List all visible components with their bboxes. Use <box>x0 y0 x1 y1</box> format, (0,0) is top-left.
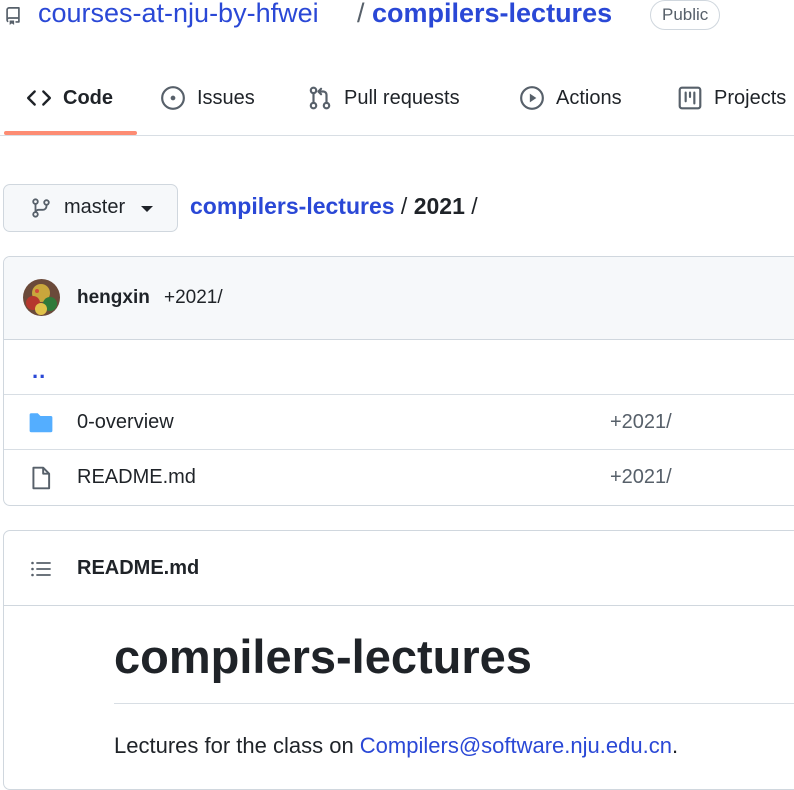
tab-code[interactable]: Code <box>26 60 113 136</box>
branch-selector-button[interactable]: master <box>3 184 178 232</box>
commit-author-link[interactable]: hengxin <box>77 287 150 309</box>
repo-name-link[interactable]: compilers-lectures <box>372 0 612 29</box>
readme-panel: README.md compilers-lectures Lectures fo… <box>3 530 794 790</box>
tab-issues-label: Issues <box>197 86 255 109</box>
repo-nav-tabs: Code Issues Pull requests Actions Projec… <box>0 60 794 136</box>
tab-code-label: Code <box>63 86 113 109</box>
play-circle-icon <box>520 86 544 110</box>
readme-email-link[interactable]: Compilers@software.nju.edu.cn <box>360 733 672 758</box>
file-name-link[interactable]: README.md <box>77 466 196 489</box>
visibility-badge: Public <box>650 0 721 30</box>
file-commit-link[interactable]: +2021/ <box>610 411 672 434</box>
breadcrumb-separator: / <box>394 193 414 219</box>
list-item[interactable]: 0-overview +2021/ <box>4 395 794 450</box>
readme-heading: compilers-lectures <box>114 630 532 683</box>
readme-paragraph-end: . <box>671 733 679 758</box>
file-commit-link[interactable]: +2021/ <box>610 466 672 489</box>
breadcrumb-root-link[interactable]: compilers-lectures <box>190 193 395 219</box>
folder-icon <box>29 413 53 433</box>
list-item[interactable]: README.md +2021/ <box>4 450 794 505</box>
chevron-down-icon <box>141 206 153 212</box>
repo-owner-link[interactable]: courses-at-nju-by-hfwei <box>38 0 319 29</box>
tab-pull-requests[interactable]: Pull requests <box>307 60 460 136</box>
readme-filename-link[interactable]: README.md <box>77 557 199 580</box>
issue-circle-icon <box>161 86 185 110</box>
pull-request-icon <box>309 86 331 110</box>
breadcrumb: compilers-lectures / 2021 / <box>190 193 478 220</box>
parent-directory-link[interactable]: .. <box>32 358 46 384</box>
code-icon <box>26 90 52 106</box>
branch-label: master <box>64 196 126 218</box>
tab-actions[interactable]: Actions <box>519 60 622 136</box>
project-board-icon <box>678 86 702 110</box>
repo-icon <box>6 7 20 25</box>
breadcrumb-current: 2021 <box>413 193 465 219</box>
file-listing: hengxin +2021/ .. 0-overview +2021/ READ… <box>3 256 794 506</box>
breadcrumb-trailing-separator: / <box>464 193 478 219</box>
readme-paragraph: Lectures for the class on Compilers@soft… <box>114 733 678 759</box>
selected-tab-underline <box>4 131 137 135</box>
readme-paragraph-text: Lectures for the class on <box>114 733 360 758</box>
commit-message-link[interactable]: +2021/ <box>164 287 223 309</box>
readme-header: README.md <box>4 531 794 606</box>
tab-projects[interactable]: Projects <box>677 60 786 136</box>
file-name-link[interactable]: 0-overview <box>77 411 174 434</box>
avatar[interactable] <box>23 279 60 316</box>
tab-projects-label: Projects <box>714 86 787 109</box>
list-unordered-icon[interactable] <box>29 557 53 581</box>
tab-actions-label: Actions <box>556 86 622 109</box>
latest-commit-row: hengxin +2021/ <box>4 257 794 340</box>
file-icon <box>32 466 51 490</box>
readme-heading-rule <box>114 703 794 704</box>
parent-directory-row[interactable]: .. <box>4 340 794 395</box>
repo-separator: / <box>357 0 365 28</box>
git-branch-icon <box>32 198 50 218</box>
tab-issues[interactable]: Issues <box>160 60 255 136</box>
tab-pull-requests-label: Pull requests <box>344 86 460 109</box>
